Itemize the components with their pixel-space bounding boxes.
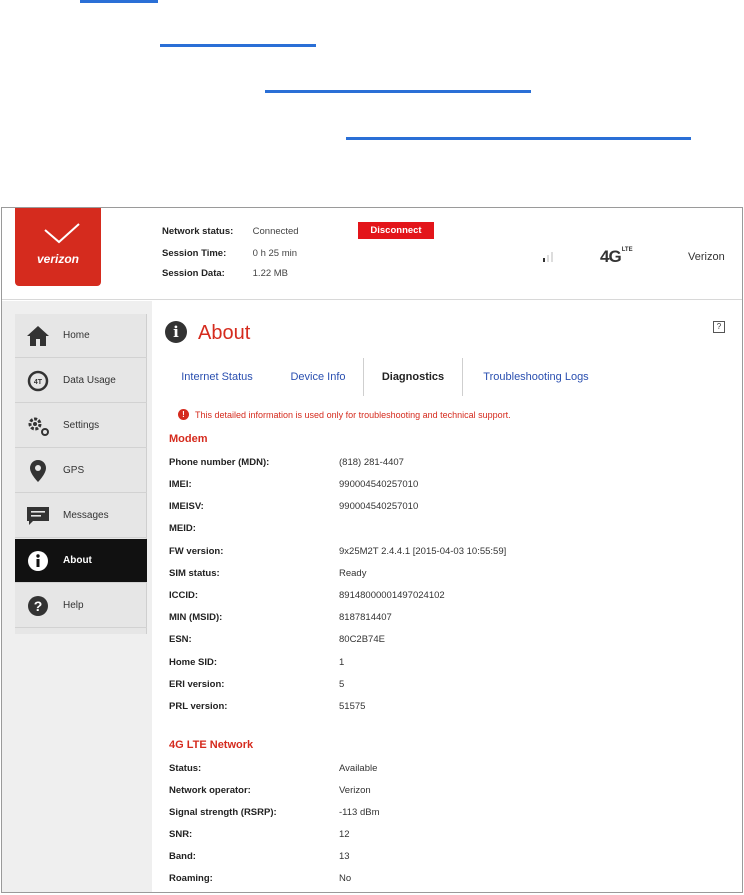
home-icon bbox=[25, 323, 51, 349]
row-label: Signal strength (RSRP): bbox=[169, 807, 277, 818]
sidebar-item-help[interactable]: ? Help bbox=[15, 584, 147, 628]
main-content: i About ? Internet Status Device Info Di… bbox=[152, 301, 742, 892]
sidebar-item-label: About bbox=[63, 555, 92, 566]
sidebar-item-label: Settings bbox=[63, 420, 100, 431]
row-value: (818) 281-4407 bbox=[339, 457, 404, 468]
modem-heading: Modem bbox=[169, 433, 208, 445]
header: verizon Network status: Connected Sessio… bbox=[2, 208, 742, 300]
tab-internet-status[interactable]: Internet Status bbox=[165, 358, 269, 396]
row-label: Network operator: bbox=[169, 785, 251, 796]
network-type: 4G bbox=[600, 247, 622, 266]
sidebar-item-label: Messages bbox=[63, 510, 109, 521]
tab-bar: Internet Status Device Info Diagnostics … bbox=[165, 358, 735, 396]
row-value: 1 bbox=[339, 657, 345, 668]
row-label: FW version: bbox=[169, 546, 224, 557]
page-title: About bbox=[198, 322, 251, 344]
row-value: 8187814407 bbox=[339, 612, 392, 623]
doc-link-1[interactable] bbox=[80, 0, 158, 3]
network-status-label: Network status: bbox=[162, 226, 234, 237]
diagnostics-notice: ! This detailed information is used only… bbox=[178, 409, 511, 420]
row-label: MIN (MSID): bbox=[169, 612, 223, 623]
row-value: 80C2B74E bbox=[339, 634, 385, 645]
row-label: ESN: bbox=[169, 634, 192, 645]
body-area: Home 4T Data Usage Settings GPS Messages… bbox=[2, 301, 742, 892]
session-data-row: Session Data: 1.22 MB bbox=[162, 268, 288, 279]
notice-text: This detailed information is used only f… bbox=[195, 409, 511, 420]
row-value: No bbox=[339, 873, 352, 884]
row-label: ERI version: bbox=[169, 679, 225, 690]
sidebar-item-messages[interactable]: Messages bbox=[15, 494, 147, 538]
session-time-label: Session Time: bbox=[162, 248, 227, 259]
row-value: 89148000001497024102 bbox=[339, 590, 445, 601]
row-value: Available bbox=[339, 763, 378, 774]
signal-strength-icon bbox=[543, 252, 553, 262]
sidebar-item-settings[interactable]: Settings bbox=[15, 404, 147, 448]
session-data-value: 1.22 MB bbox=[252, 268, 289, 279]
row-value: Ready bbox=[339, 568, 367, 579]
help-icon[interactable]: ? bbox=[713, 321, 725, 333]
doc-link-2[interactable] bbox=[160, 44, 316, 47]
svg-text:4T: 4T bbox=[34, 379, 43, 386]
row-value: 9x25M2T 2.4.4.1 [2015-04-03 10:55:59] bbox=[339, 546, 507, 557]
data-usage-icon: 4T bbox=[25, 368, 51, 394]
network-type-badge: 4GLTE bbox=[600, 247, 633, 267]
sidebar-item-gps[interactable]: GPS bbox=[15, 449, 147, 493]
sidebar-item-label: GPS bbox=[63, 465, 85, 476]
row-label: Phone number (MDN): bbox=[169, 457, 270, 468]
row-label: Home SID: bbox=[169, 657, 218, 668]
lte-network-heading: 4G LTE Network bbox=[169, 739, 254, 751]
row-value: Verizon bbox=[339, 785, 371, 796]
row-label: SNR: bbox=[169, 829, 193, 840]
sidebar-item-about[interactable]: About bbox=[15, 539, 147, 583]
sidebar-item-data-usage[interactable]: 4T Data Usage bbox=[15, 359, 147, 403]
network-status-row: Network status: Connected bbox=[162, 226, 299, 237]
row-value: 990004540257010 bbox=[339, 479, 419, 490]
tab-troubleshooting-logs[interactable]: Troubleshooting Logs bbox=[471, 358, 601, 396]
brand-name: verizon bbox=[36, 252, 79, 266]
tab-diagnostics[interactable]: Diagnostics bbox=[363, 358, 463, 396]
row-label: PRL version: bbox=[169, 701, 228, 712]
device-ui-frame: verizon Network status: Connected Sessio… bbox=[1, 207, 743, 893]
session-time-value: 0 h 25 min bbox=[252, 248, 298, 259]
row-value: 51575 bbox=[339, 701, 366, 712]
alert-icon: ! bbox=[178, 409, 189, 420]
row-value: 5 bbox=[339, 679, 345, 690]
row-label: MEID: bbox=[169, 523, 196, 534]
row-label: Roaming: bbox=[169, 873, 213, 884]
checkmark-logo-icon bbox=[44, 223, 80, 244]
row-value: -113 dBm bbox=[339, 807, 380, 818]
row-value: 12 bbox=[339, 829, 350, 840]
info-icon bbox=[25, 548, 51, 574]
verizon-logo: verizon bbox=[15, 208, 101, 286]
row-label: ICCID: bbox=[169, 590, 199, 601]
session-data-label: Session Data: bbox=[162, 268, 225, 279]
message-icon bbox=[25, 503, 51, 529]
row-value: 990004540257010 bbox=[339, 501, 419, 512]
row-label: Band: bbox=[169, 851, 196, 862]
carrier-name: Verizon bbox=[688, 251, 725, 263]
row-label: SIM status: bbox=[169, 568, 220, 579]
row-label: Status: bbox=[169, 763, 202, 774]
disconnect-button[interactable]: Disconnect bbox=[358, 222, 434, 239]
row-value: 13 bbox=[339, 851, 350, 862]
tab-device-info[interactable]: Device Info bbox=[273, 358, 363, 396]
network-status-value: Connected bbox=[252, 226, 299, 237]
doc-link-4[interactable] bbox=[346, 137, 691, 140]
sidebar-item-home[interactable]: Home bbox=[15, 314, 147, 358]
sidebar-item-label: Help bbox=[63, 600, 84, 611]
svg-text:?: ? bbox=[34, 598, 43, 614]
sidebar-item-label: Data Usage bbox=[63, 375, 116, 386]
location-pin-icon bbox=[25, 458, 51, 484]
network-type-suffix: LTE bbox=[621, 247, 633, 253]
sidebar-item-label: Home bbox=[63, 330, 90, 341]
info-icon: i bbox=[165, 321, 187, 343]
question-icon: ? bbox=[25, 593, 51, 619]
row-label: IMEI: bbox=[169, 479, 192, 490]
row-label: IMEISV: bbox=[169, 501, 204, 512]
session-time-row: Session Time: 0 h 25 min bbox=[162, 248, 297, 259]
doc-link-3[interactable] bbox=[265, 90, 531, 93]
sidebar: Home 4T Data Usage Settings GPS Messages… bbox=[15, 314, 147, 634]
gear-icon bbox=[25, 413, 51, 439]
